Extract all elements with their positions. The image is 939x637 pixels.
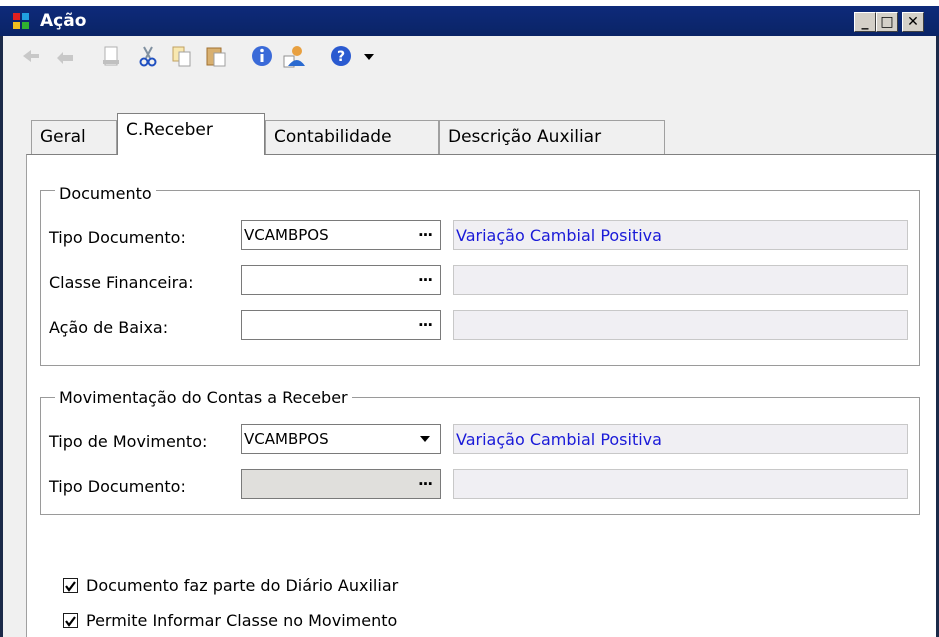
tipo-movimento-value: VCAMBPOS — [244, 430, 329, 448]
close-button[interactable]: ✕ — [902, 12, 924, 32]
title-bar: Ação _ □ ✕ — [0, 6, 939, 36]
chevron-down-icon[interactable] — [410, 425, 440, 453]
tipo-documento-mov-lookup-button[interactable]: ... — [410, 470, 440, 498]
cut-icon[interactable] — [136, 44, 160, 68]
tab-c-receber[interactable]: C.Receber — [117, 113, 265, 155]
acao-de-baixa-description — [453, 310, 908, 340]
checkbox-box[interactable] — [63, 613, 78, 628]
classe-financeira-field[interactable]: ... — [241, 265, 441, 295]
info-icon[interactable] — [250, 44, 274, 68]
checkbox-box[interactable] — [63, 578, 78, 593]
help-icon[interactable]: ? — [329, 44, 353, 68]
minimize-button[interactable]: _ — [854, 12, 876, 32]
tipo-documento-value: VCAMBPOS — [244, 226, 329, 244]
tipo-documento-label: Tipo Documento: — [49, 228, 186, 247]
maximize-button[interactable]: □ — [876, 12, 898, 32]
classe-financeira-description — [453, 265, 908, 295]
acao-de-baixa-field[interactable]: ... — [241, 310, 441, 340]
acao-de-baixa-lookup-button[interactable]: ... — [410, 311, 440, 339]
tipo-documento-description: Variação Cambial Positiva — [453, 220, 908, 250]
permite-classe-checkbox[interactable]: Permite Informar Classe no Movimento — [63, 611, 483, 633]
copy-icon[interactable] — [170, 44, 194, 68]
checkmark-icon — [65, 581, 76, 592]
tab-descricao-auxiliar[interactable]: Descrição Auxiliar — [439, 120, 665, 154]
svg-text:?: ? — [337, 49, 345, 65]
tipo-movimento-label: Tipo de Movimento: — [49, 432, 208, 451]
classe-financeira-label: Classe Financeira: — [49, 273, 194, 292]
tipo-documento-mov-label: Tipo Documento: — [49, 477, 186, 496]
checkbox-label: Documento faz parte do Diário Auxiliar — [86, 576, 399, 595]
tab-page: Documento Tipo Documento: VCAMBPOS ... V… — [26, 154, 936, 637]
maximize-icon: □ — [880, 14, 894, 30]
tipo-documento-field[interactable]: VCAMBPOS ... — [241, 220, 441, 250]
checkbox-label: Permite Informar Classe no Movimento — [86, 611, 398, 630]
tab-geral[interactable]: Geral — [31, 120, 117, 154]
checkmark-icon — [65, 616, 76, 627]
first-record-icon[interactable] — [19, 44, 43, 68]
tipo-documento-mov-description — [453, 469, 908, 499]
dropdown-arrow-icon[interactable] — [357, 44, 381, 68]
user-icon[interactable] — [282, 44, 306, 68]
tab-label: C.Receber — [126, 120, 213, 140]
tipo-documento-description-text: Variação Cambial Positiva — [456, 226, 662, 245]
toolbar: ? — [3, 36, 936, 78]
minimize-icon: _ — [861, 14, 869, 30]
tab-label: Geral — [40, 127, 86, 147]
classe-financeira-lookup-button[interactable]: ... — [410, 266, 440, 294]
window-title: Ação — [40, 11, 87, 31]
paste-icon[interactable] — [204, 44, 228, 68]
tipo-movimento-select[interactable]: VCAMBPOS — [241, 424, 441, 454]
close-icon: ✕ — [907, 14, 919, 30]
acao-de-baixa-label: Ação de Baixa: — [49, 318, 169, 337]
tab-label: Descrição Auxiliar — [448, 127, 602, 147]
tipo-movimento-description: Variação Cambial Positiva — [453, 424, 908, 454]
tipo-documento-lookup-button[interactable]: ... — [410, 221, 440, 249]
movimentacao-legend: Movimentação do Contas a Receber — [55, 388, 352, 407]
tab-label: Contabilidade — [274, 127, 392, 147]
tab-contabilidade[interactable]: Contabilidade — [265, 120, 439, 154]
new-document-icon[interactable] — [99, 44, 123, 68]
app-icon — [13, 13, 29, 29]
tipo-movimento-description-text: Variação Cambial Positiva — [456, 430, 662, 449]
diario-auxiliar-checkbox[interactable]: Documento faz parte do Diário Auxiliar — [63, 576, 483, 598]
tipo-documento-mov-field[interactable]: ... — [241, 469, 441, 499]
previous-record-icon[interactable] — [53, 44, 77, 68]
documento-legend: Documento — [55, 184, 156, 203]
